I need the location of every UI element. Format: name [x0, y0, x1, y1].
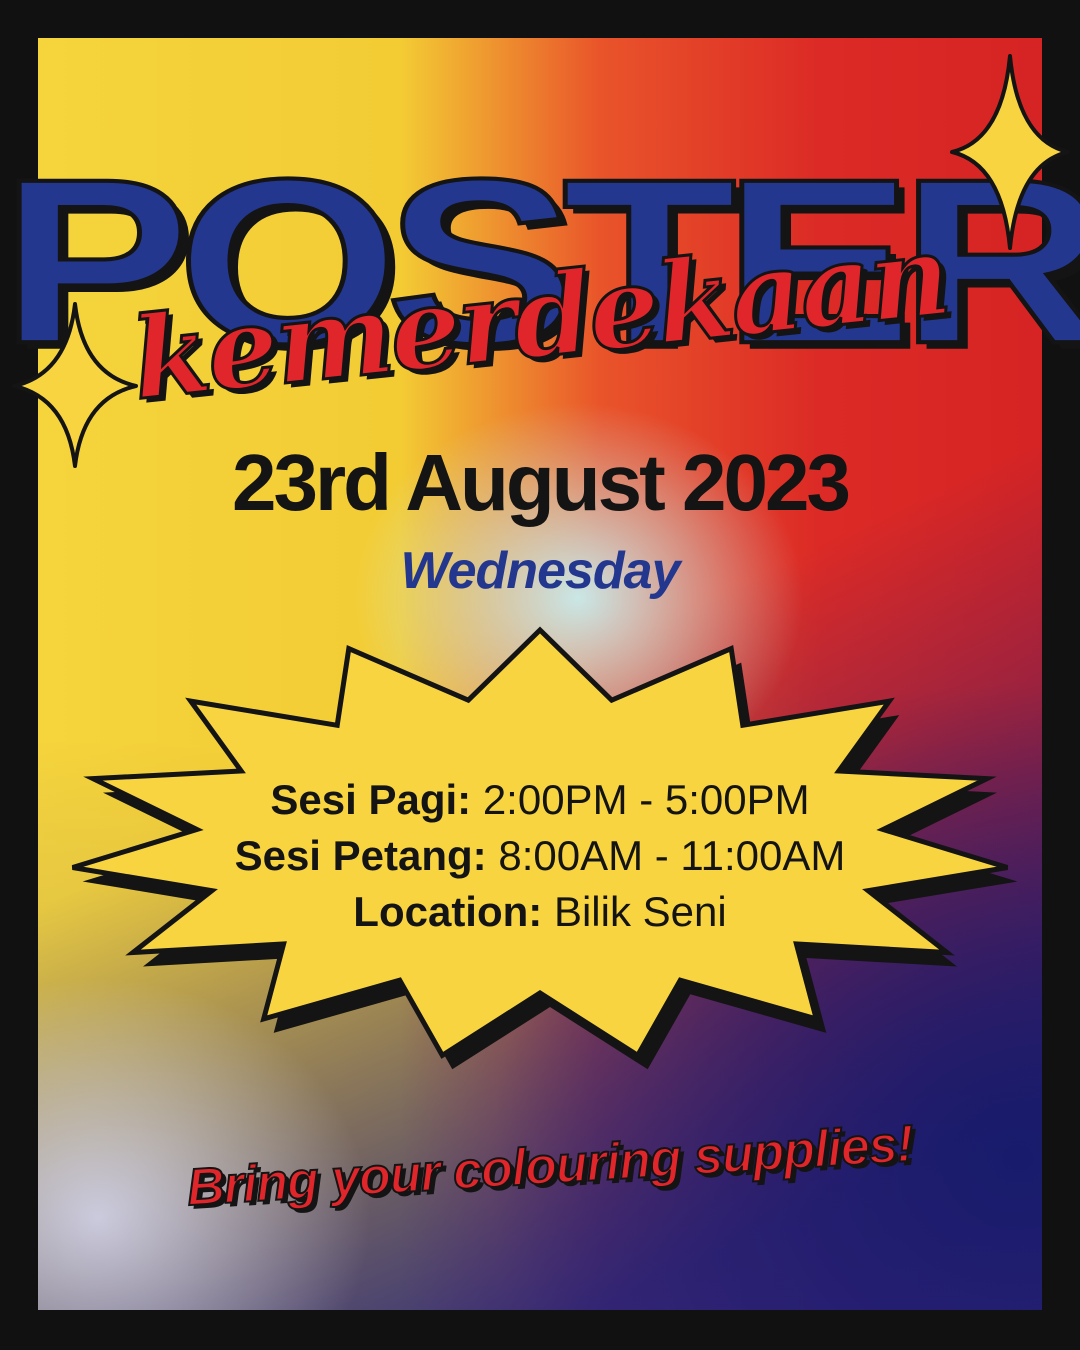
- location-label: Location:: [353, 888, 543, 935]
- afternoon-session-row: Sesi Petang: 8:00AM - 11:00AM: [190, 828, 890, 884]
- location-row: Location: Bilik Seni: [190, 884, 890, 940]
- morning-session-label: Sesi Pagi:: [270, 776, 472, 823]
- afternoon-session-time: 8:00AM - 11:00AM: [498, 832, 846, 879]
- morning-session-time: 2:00PM - 5:00PM: [482, 776, 810, 823]
- afternoon-session-label: Sesi Petang:: [234, 832, 487, 879]
- location-value: Bilik Seni: [553, 888, 727, 935]
- schedule-box: Sesi Pagi: 2:00PM - 5:00PM Sesi Petang: …: [190, 772, 890, 940]
- morning-session-row: Sesi Pagi: 2:00PM - 5:00PM: [190, 772, 890, 828]
- poster: POSTER kemerdekaan 23rd August 2023 Wedn…: [0, 0, 1080, 1350]
